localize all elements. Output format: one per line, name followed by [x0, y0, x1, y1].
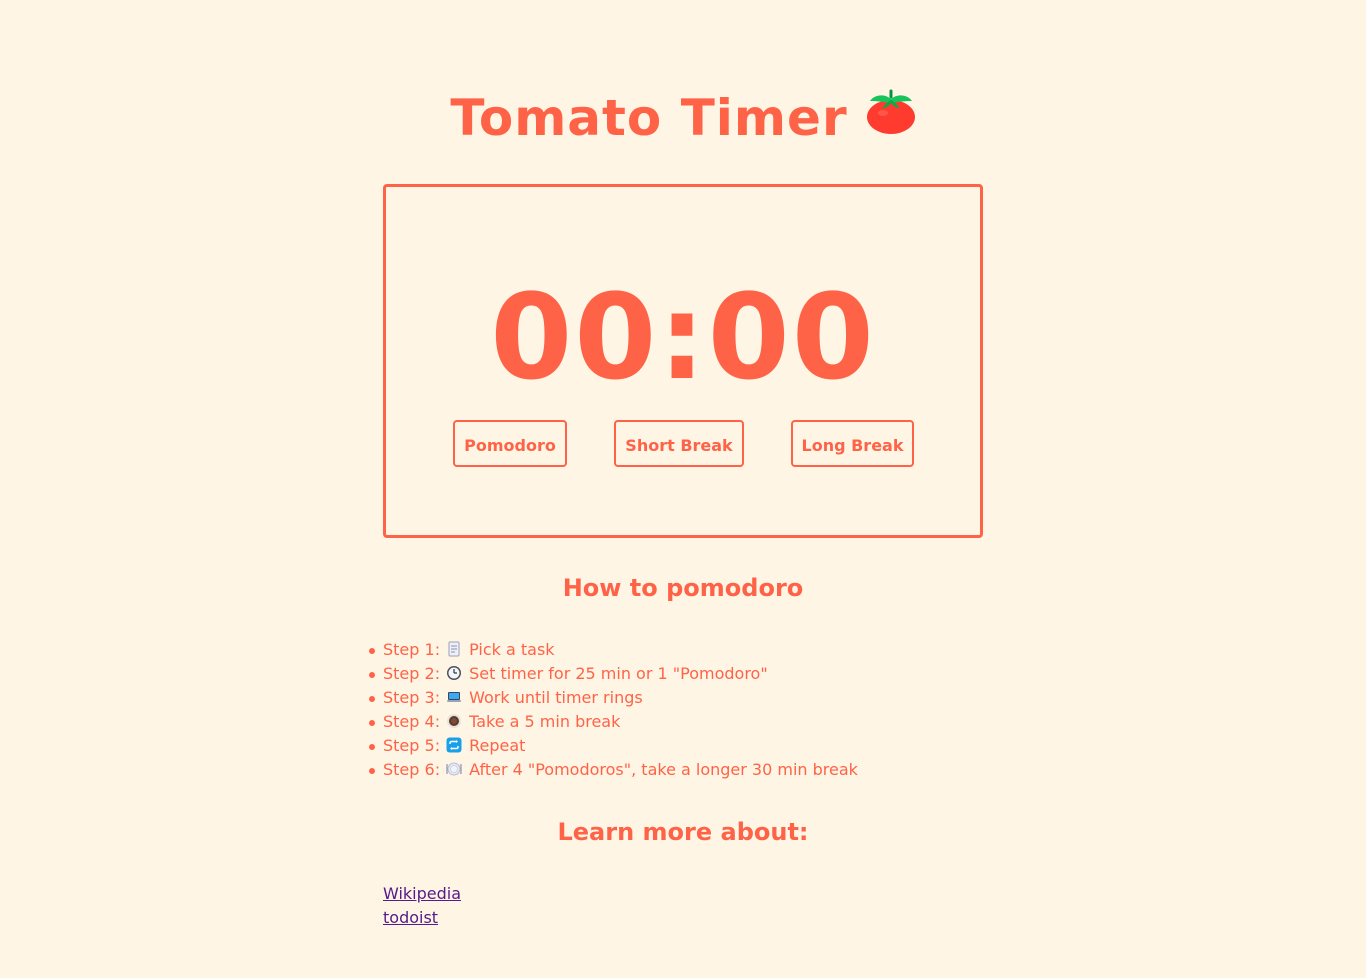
step-item: Step 5: Repeat — [369, 734, 858, 758]
clock-icon — [446, 664, 462, 680]
step-text: Take a 5 min break — [469, 712, 621, 731]
wikipedia-link[interactable]: Wikipedia — [383, 882, 461, 906]
todoist-link[interactable]: todoist — [383, 906, 461, 930]
learn-more-links: Wikipedia todoist — [383, 882, 461, 930]
long-break-button[interactable]: Long Break — [791, 420, 914, 467]
step-item: Step 1: Pick a task — [369, 638, 858, 662]
step-number: Step 3: — [383, 688, 441, 707]
step-number: Step 1: — [383, 640, 441, 659]
step-item: Step 2: Set timer for 25 min or 1 "Pomod… — [369, 662, 858, 686]
step-number: Step 6: — [383, 760, 441, 779]
step-item: Step 3: Work until timer rings — [369, 686, 858, 710]
step-item: Step 6: After 4 "Pomodoros", take a long… — [369, 758, 858, 782]
learn-more-heading: Learn more about: — [557, 818, 809, 846]
page-title-text: Tomato Timer — [450, 89, 848, 147]
repeat-icon — [446, 736, 462, 753]
step-number: Step 2: — [383, 664, 441, 683]
tomato-icon — [866, 86, 916, 150]
pomodoro-button[interactable]: Pomodoro — [453, 420, 567, 467]
step-text: Work until timer rings — [469, 688, 643, 707]
laptop-icon — [446, 688, 462, 704]
step-text: After 4 "Pomodoros", take a longer 30 mi… — [469, 760, 858, 779]
step-text: Pick a task — [469, 640, 555, 659]
short-break-button[interactable]: Short Break — [614, 420, 744, 467]
step-text: Repeat — [469, 736, 526, 755]
step-number: Step 4: — [383, 712, 441, 731]
steps-list: Step 1: Pick a task Step 2: Set timer fo… — [369, 638, 858, 782]
memo-icon — [446, 640, 462, 657]
timer-display: 00:00 — [490, 268, 876, 406]
how-to-heading: How to pomodoro — [562, 574, 804, 602]
coffee-icon — [446, 712, 462, 728]
page-title: Tomato Timer — [0, 86, 1366, 154]
plate-icon — [446, 760, 462, 776]
timer-panel: 00:00 Pomodoro Short Break Long Break — [383, 184, 983, 538]
step-item: Step 4: Take a 5 min break — [369, 710, 858, 734]
step-text: Set timer for 25 min or 1 "Pomodoro" — [469, 664, 768, 683]
step-number: Step 5: — [383, 736, 441, 755]
